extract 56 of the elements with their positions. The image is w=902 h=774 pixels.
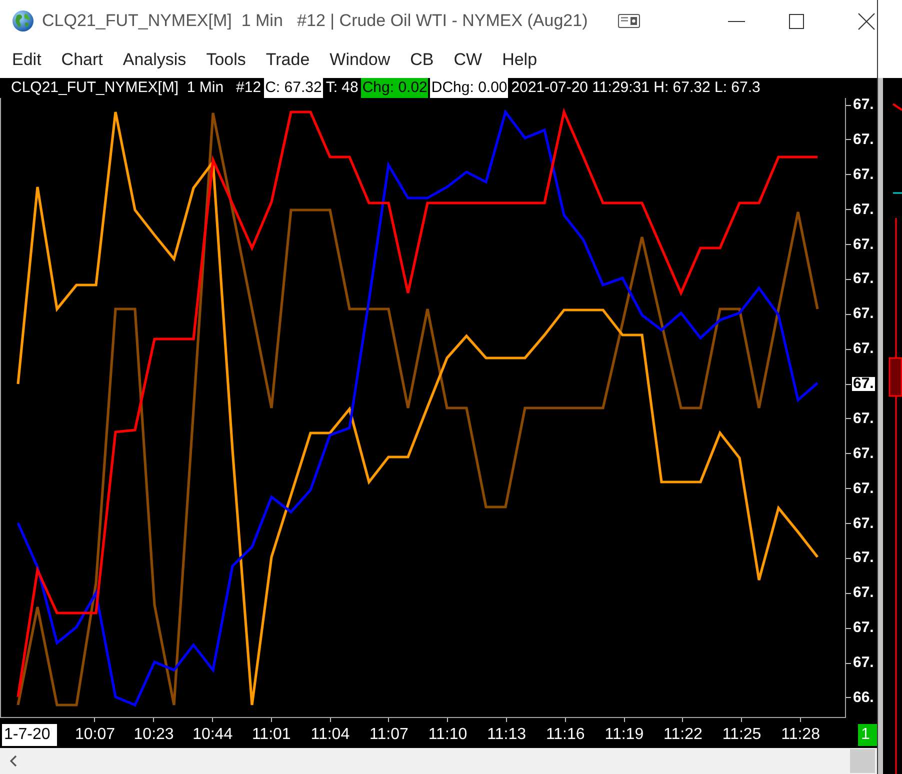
menu-item[interactable]: CB: [410, 50, 434, 70]
menu-item[interactable]: Chart: [61, 50, 103, 70]
time-label: 11:19: [604, 725, 644, 745]
price-label: 67.: [853, 132, 874, 147]
price-label: 67.: [853, 168, 874, 182]
time-label: 10:07: [74, 725, 116, 745]
info-text: CLQ21_FUT_NYMEX[M] 1 Min #12: [10, 78, 262, 98]
time-label: 11:01: [252, 725, 291, 745]
menu-item[interactable]: Help: [502, 50, 538, 70]
price-label: 67.: [853, 621, 874, 636]
price-label: 67.: [853, 272, 874, 286]
info-text: T: 48: [324, 78, 360, 98]
menu-item[interactable]: Analysis: [122, 50, 186, 70]
price-label: 67.: [853, 656, 874, 670]
price-label: 67.: [853, 516, 874, 530]
price-label: 67.: [853, 98, 874, 112]
info-text: 2021-07-20 11:29:31 H: 67.32 L: 67.3: [510, 78, 762, 98]
window-title: CLQ21_FUT_NYMEX[M] 1 Min #12 | Crude Oil WTI - NYMEX (Aug21): [42, 11, 588, 31]
time-label: 11:07: [370, 725, 408, 745]
time-label: 11:04: [310, 725, 350, 745]
chevron-left-icon: [10, 755, 16, 767]
date-label: 1-7-20: [2, 724, 57, 746]
menu-item[interactable]: Tools: [206, 50, 246, 70]
value-label: C: 67.32: [264, 78, 323, 98]
time-label: 11:22: [664, 725, 702, 745]
globe-icon: [12, 10, 34, 32]
price-label: 67.: [853, 412, 874, 426]
time-label: 11:10: [428, 725, 468, 745]
price-label: 67.: [853, 446, 874, 461]
price-label: 67.: [853, 482, 874, 496]
menu-item[interactable]: Trade: [266, 50, 310, 70]
time-label: 11:25: [722, 725, 762, 745]
bar-counter: 1: [858, 724, 877, 746]
close-icon: [858, 12, 875, 30]
time-label: 10:23: [134, 725, 174, 745]
current-price-label: 67.: [852, 377, 875, 391]
change-label: Chg: 0.02: [361, 78, 428, 98]
price-label: 67.: [853, 202, 874, 217]
time-label: 11:28: [781, 725, 820, 745]
menu-item[interactable]: Window: [330, 50, 390, 70]
price-label: 67.: [853, 551, 874, 566]
maximize-icon: [788, 14, 804, 28]
scrollbar-thumb[interactable]: [850, 749, 875, 773]
price-label: 67.: [853, 307, 874, 322]
menu-item[interactable]: Edit: [12, 50, 42, 70]
price-label: 67.: [853, 238, 874, 252]
minimize-icon: [728, 20, 744, 22]
value-label: DChg: 0.00: [430, 78, 508, 98]
price-label: 67.: [853, 586, 874, 600]
time-label: 11:13: [487, 725, 526, 745]
time-label: 10:44: [192, 725, 233, 745]
menu-item[interactable]: CW: [454, 50, 482, 70]
time-label: 11:16: [546, 725, 585, 745]
price-label: 66.: [853, 690, 874, 705]
window-icon[interactable]: [618, 14, 640, 28]
price-label: 67.: [853, 342, 874, 356]
